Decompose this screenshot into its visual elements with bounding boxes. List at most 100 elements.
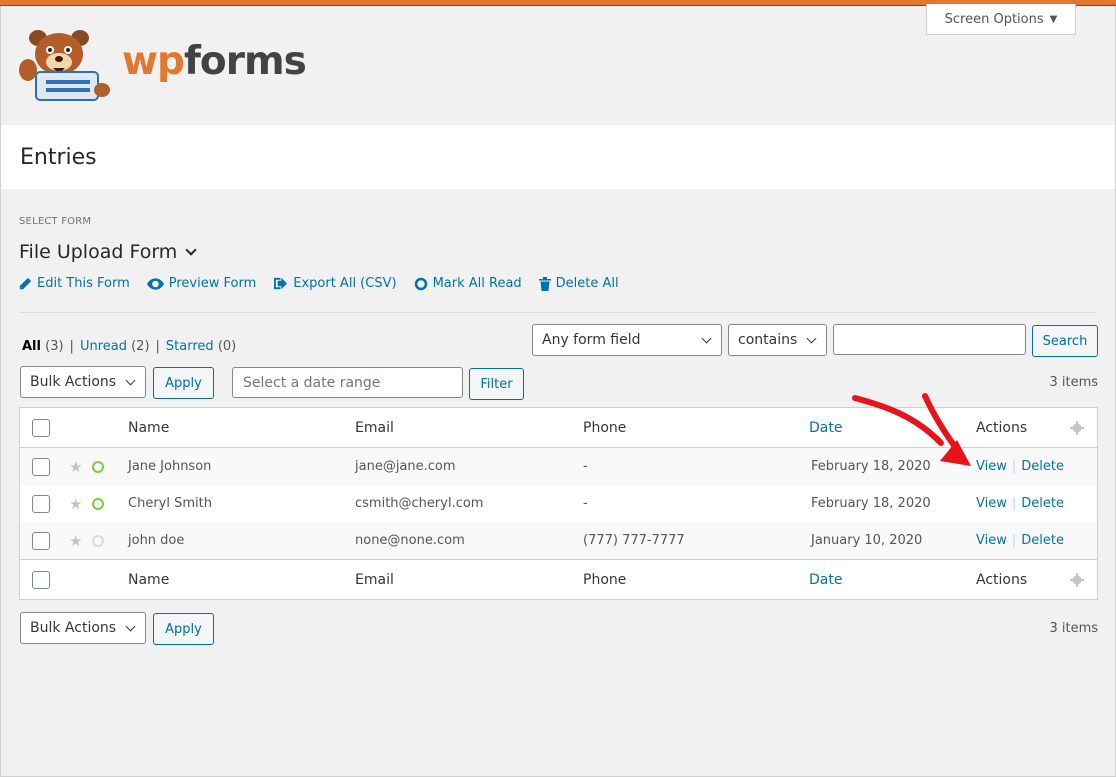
view-all[interactable]: All (3) (22, 339, 64, 354)
view-separator: | (69, 339, 74, 354)
apply-button-bottom[interactable]: Apply (153, 613, 214, 645)
entry-phone: (777) 777-7777 (583, 533, 685, 548)
trash-icon (538, 276, 551, 291)
delete-all-label: Delete All (555, 276, 619, 291)
divider (19, 312, 1097, 313)
view-all-count: (3) (45, 339, 64, 354)
entry-phone: - (583, 459, 588, 474)
entry-date: January 10, 2020 (811, 533, 923, 548)
view-unread-count: (2) (131, 339, 150, 354)
column-date-sortable[interactable]: Date (809, 560, 842, 599)
column-name[interactable]: Name (128, 408, 169, 447)
star-icon[interactable]: ★ (69, 459, 82, 475)
star-icon[interactable]: ★ (69, 533, 82, 549)
bear-mascot-icon (19, 30, 110, 101)
edit-form-link[interactable]: Edit This Form (19, 276, 130, 291)
date-range-input[interactable]: Select a date range (232, 367, 463, 398)
action-separator: | (1011, 533, 1017, 548)
action-separator: | (1011, 459, 1017, 474)
read-status-icon[interactable] (92, 534, 104, 547)
table-row: ★ john doe none@none.com (777) 777-7777 … (20, 522, 1097, 559)
edit-form-label: Edit This Form (37, 276, 130, 291)
export-csv-label: Export All (CSV) (293, 276, 397, 291)
page-title: Entries (20, 145, 97, 170)
column-phone[interactable]: Phone (583, 560, 626, 599)
caret-down-icon: ▼ (1049, 13, 1058, 25)
delete-entry-link[interactable]: Delete (1021, 459, 1064, 474)
column-name[interactable]: Name (128, 560, 169, 599)
preview-form-link[interactable]: Preview Form (146, 276, 257, 291)
entry-email: none@none.com (355, 533, 465, 548)
view-entry-link[interactable]: View (976, 533, 1007, 548)
search-input[interactable] (833, 324, 1026, 355)
apply-button-top[interactable]: Apply (153, 367, 214, 399)
select-all-checkbox[interactable] (32, 570, 50, 589)
select-all-checkbox[interactable] (32, 418, 50, 437)
logo-wordmark: wpforms (122, 38, 307, 84)
search-operator-select[interactable]: contains (728, 324, 827, 356)
entry-actions: View | Delete (976, 448, 1064, 485)
row-checkbox[interactable] (32, 457, 50, 476)
form-actions: Edit This Form Preview Form Export All (… (19, 276, 619, 291)
chevron-down-icon (125, 375, 136, 386)
chevron-down-icon (125, 621, 136, 632)
circle-icon (414, 277, 427, 290)
search-field-value: Any form field (542, 332, 641, 348)
view-starred[interactable]: Starred (0) (166, 339, 236, 354)
column-phone[interactable]: Phone (583, 408, 626, 447)
entry-name: Jane Johnson (128, 459, 212, 474)
screen-options-button[interactable]: Screen Options ▼ (926, 4, 1076, 35)
logo-wp-text: wp (122, 38, 185, 84)
pencil-icon (19, 277, 32, 290)
delete-all-link[interactable]: Delete All (538, 276, 619, 291)
entry-actions: View | Delete (976, 522, 1064, 559)
select-form-label: SELECT FORM (19, 216, 92, 227)
mark-all-read-link[interactable]: Mark All Read (414, 276, 522, 291)
entry-name: john doe (128, 533, 185, 548)
red-arrow-annotation-icon (852, 393, 971, 466)
column-actions: Actions (976, 419, 1028, 436)
unread-status-icon[interactable] (92, 460, 104, 473)
form-selector-dropdown[interactable]: File Upload Form (19, 241, 197, 263)
bulk-actions-select-top[interactable]: Bulk Actions (20, 366, 146, 398)
bulk-actions-select-bottom[interactable]: Bulk Actions (20, 612, 146, 644)
view-starred-count: (0) (217, 339, 237, 354)
action-separator: | (1011, 496, 1017, 511)
wpforms-logo: wpforms (18, 28, 307, 102)
column-email[interactable]: Email (355, 408, 394, 447)
table-row: ★ Cheryl Smith csmith@cheryl.com - Febru… (20, 485, 1097, 522)
entry-phone: - (583, 496, 588, 511)
view-starred-label: Starred (165, 339, 214, 354)
chevron-down-icon (185, 244, 197, 256)
bulk-actions-value: Bulk Actions (30, 374, 117, 390)
view-unread[interactable]: Unread (2) (80, 339, 150, 354)
row-checkbox[interactable] (32, 531, 50, 550)
export-csv-link[interactable]: Export All (CSV) (273, 276, 397, 291)
row-checkbox[interactable] (32, 494, 50, 513)
star-icon[interactable]: ★ (69, 496, 82, 512)
column-date-sortable[interactable]: Date (809, 408, 842, 447)
preview-form-label: Preview Form (168, 276, 257, 291)
delete-entry-link[interactable]: Delete (1021, 496, 1064, 511)
gear-icon[interactable] (1070, 572, 1084, 587)
view-entry-link[interactable]: View (976, 459, 1007, 474)
items-count-top: 3 items (1049, 375, 1098, 390)
column-email[interactable]: Email (355, 560, 394, 599)
column-actions: Actions (976, 571, 1028, 588)
entry-email: csmith@cheryl.com (355, 496, 484, 511)
gear-icon[interactable] (1070, 420, 1084, 435)
filter-button[interactable]: Filter (469, 368, 524, 400)
entry-name: Cheryl Smith (128, 496, 212, 511)
form-selector-value: File Upload Form (19, 241, 178, 263)
unread-status-icon[interactable] (92, 497, 104, 510)
search-button[interactable]: Search (1032, 325, 1098, 357)
chevron-down-icon (806, 333, 817, 344)
entry-date: February 18, 2020 (811, 496, 931, 511)
mark-all-read-label: Mark All Read (432, 276, 522, 291)
page-header: Entries (1, 125, 1115, 189)
view-entry-link[interactable]: View (976, 496, 1007, 511)
delete-entry-link[interactable]: Delete (1021, 533, 1064, 548)
search-field-select[interactable]: Any form field (532, 324, 722, 356)
bulk-actions-value: Bulk Actions (30, 620, 117, 636)
logo-forms-text: forms (183, 38, 307, 84)
